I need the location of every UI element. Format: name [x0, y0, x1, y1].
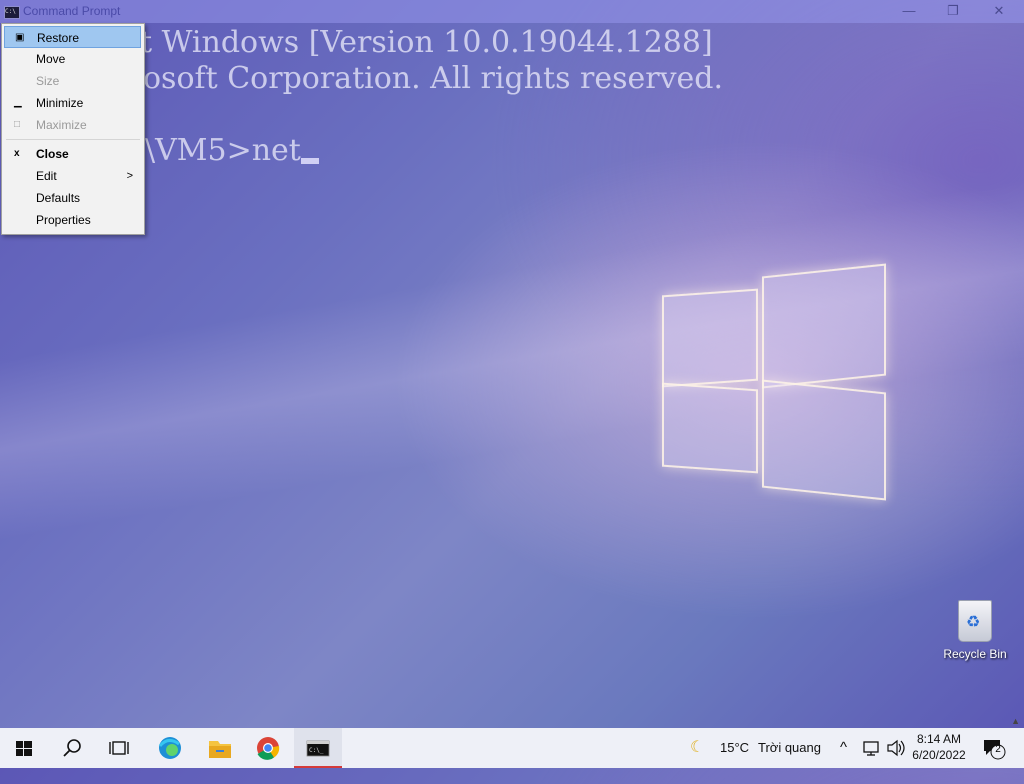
menu-item-label: Close: [36, 147, 69, 161]
folder-icon: [209, 741, 231, 758]
console-line-3: \VM5>net: [145, 133, 301, 168]
clock-date: 6/20/2022: [912, 748, 966, 762]
logo-pane-bottom-left: [662, 382, 758, 474]
chrome-browser-icon: [257, 737, 280, 760]
menu-item-restore[interactable]: ▣ Restore: [4, 26, 141, 48]
scroll-up-arrow-icon[interactable]: ▲: [1011, 716, 1020, 726]
clock[interactable]: 8:14 AM 6/20/2022: [908, 731, 970, 763]
weather-description[interactable]: Trời quang: [758, 728, 821, 768]
show-hidden-icons-chevron-icon[interactable]: ^: [840, 728, 847, 768]
console-prompt-line: \VM5>net: [145, 133, 319, 169]
submenu-arrow-icon: >: [126, 170, 133, 182]
menu-item-minimize[interactable]: ▁ Minimize: [4, 92, 141, 114]
recycle-bin-icon: ♻: [958, 600, 992, 642]
menu-item-defaults[interactable]: Defaults: [4, 187, 141, 209]
windows-start-icon: [16, 741, 32, 756]
weather-moon-icon[interactable]: ☾: [690, 728, 714, 768]
file-explorer-button[interactable]: [196, 728, 244, 768]
task-view-button[interactable]: [96, 728, 144, 768]
taskbar: C:\_ ☾ 15°C Trời quang ^ 8:14 AM 6/20/20…: [0, 728, 1024, 768]
maximize-small-icon: □: [14, 119, 21, 130]
edge-browser-icon: [158, 737, 181, 759]
window-title: Command Prompt: [23, 4, 121, 18]
speaker-icon: [887, 739, 905, 757]
start-button[interactable]: [0, 728, 48, 768]
windows-wallpaper-logo: [662, 263, 886, 501]
recycle-bin-label: Recycle Bin: [943, 647, 1007, 661]
chrome-button[interactable]: [244, 728, 292, 768]
task-view-icon: [109, 741, 129, 755]
restore-button[interactable]: ❐: [930, 0, 976, 23]
close-button[interactable]: ✕: [976, 0, 1022, 23]
menu-item-size: Size: [4, 70, 141, 92]
volume-icon[interactable]: [886, 728, 906, 768]
restore-icon: ❐: [947, 3, 959, 18]
system-menu: ▣ Restore Move Size ▁ Minimize □ Maximiz…: [1, 23, 145, 235]
command-prompt-icon: C:\_: [306, 740, 330, 757]
recycle-bin-shortcut[interactable]: ♻ Recycle Bin: [940, 600, 1010, 661]
menu-item-label: Minimize: [36, 96, 84, 110]
restore-small-icon: ▣: [15, 32, 25, 43]
svg-text:C:\_: C:\_: [309, 747, 324, 754]
weather-temperature[interactable]: 15°C: [720, 728, 749, 768]
edge-button[interactable]: [146, 728, 194, 768]
menu-item-move[interactable]: Move: [4, 48, 141, 70]
menu-item-label: Move: [36, 52, 66, 66]
minimize-small-icon: ▁: [14, 97, 22, 108]
close-icon: ✕: [993, 3, 1005, 18]
console-app-icon[interactable]: C:\: [4, 6, 20, 19]
console-line-2: osoft Corporation. All rights reserved.: [143, 61, 724, 96]
action-center-button[interactable]: 2: [980, 736, 1008, 760]
console-line-1: t Windows [Version 10.0.19044.1288]: [140, 25, 713, 60]
text-cursor: [300, 158, 319, 164]
minimize-icon: —: [902, 3, 916, 18]
close-small-icon: x: [14, 148, 20, 159]
menu-item-properties[interactable]: Properties: [4, 209, 141, 231]
network-monitor-icon: [863, 741, 879, 756]
logo-pane-bottom-right: [762, 379, 886, 501]
menu-item-label: Size: [36, 74, 60, 88]
search-icon: [63, 739, 81, 757]
menu-item-label: Defaults: [36, 191, 81, 205]
network-icon[interactable]: [862, 728, 882, 768]
logo-pane-top-left: [662, 288, 758, 388]
menu-item-label: Edit: [36, 169, 57, 183]
menu-separator: [6, 139, 140, 140]
console-titlebar[interactable]: C:\ Command Prompt — ❐ ✕: [0, 0, 1024, 23]
menu-item-label: Properties: [36, 213, 91, 227]
minimize-button[interactable]: —: [886, 0, 932, 23]
menu-item-label: Maximize: [36, 118, 87, 132]
menu-item-edit[interactable]: Edit >: [4, 165, 141, 187]
menu-item-close[interactable]: x Close: [4, 143, 141, 165]
menu-item-label: Restore: [37, 31, 80, 45]
command-prompt-taskbar-button[interactable]: C:\_: [294, 728, 342, 768]
notification-count-badge: 2: [995, 744, 1001, 755]
logo-pane-top-right: [762, 263, 886, 389]
clock-time: 8:14 AM: [916, 732, 962, 746]
menu-item-maximize: □ Maximize: [4, 114, 141, 136]
search-button[interactable]: [48, 728, 96, 768]
